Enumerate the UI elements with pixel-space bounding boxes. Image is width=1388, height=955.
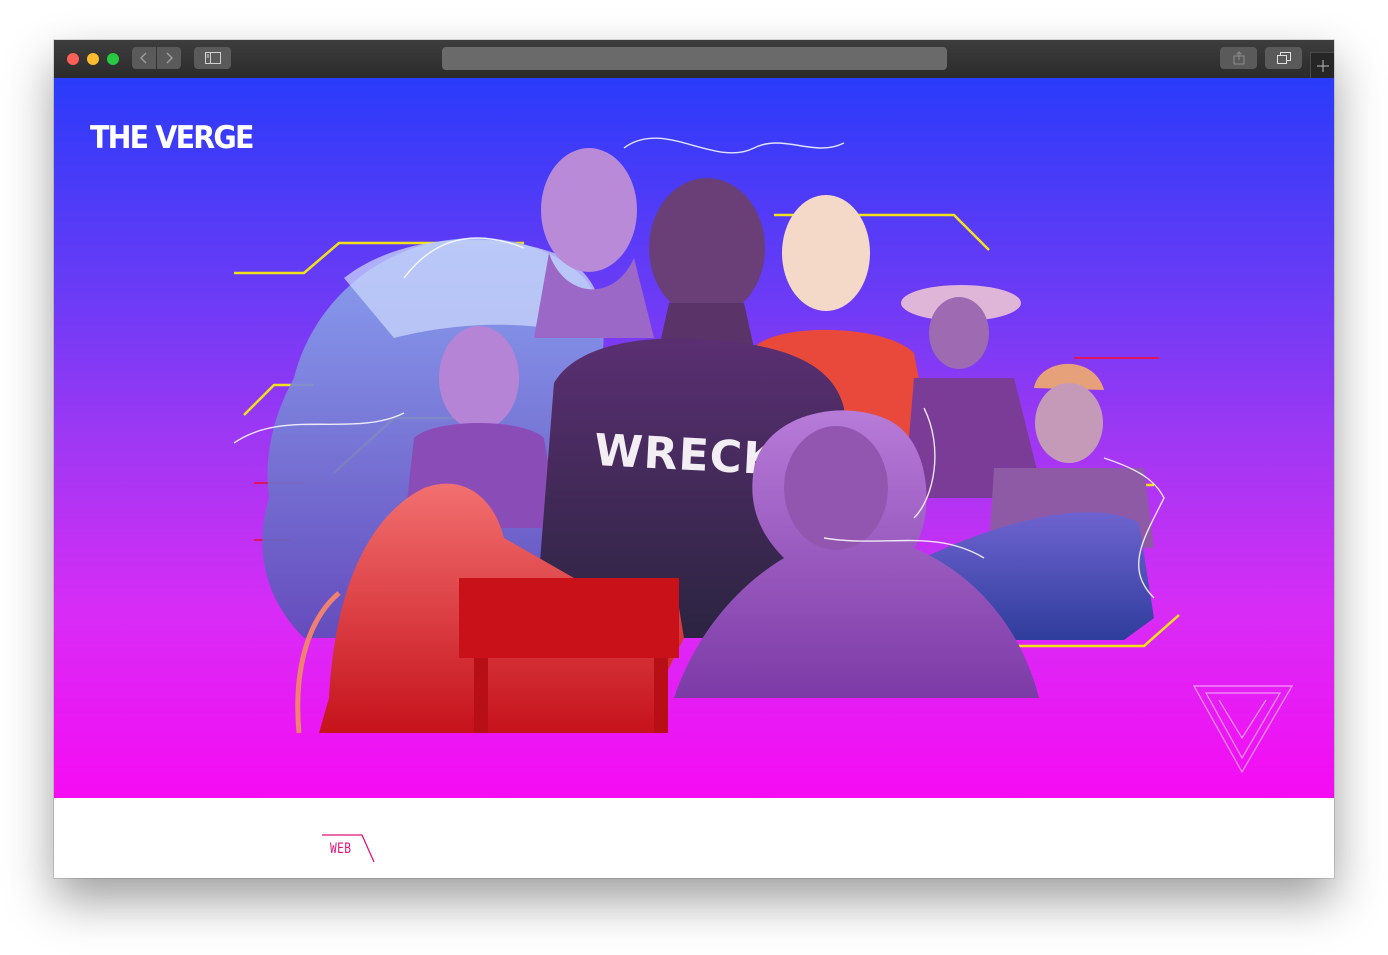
figure-left-woman xyxy=(439,326,519,430)
sidebar-toggle-button[interactable] xyxy=(194,47,231,69)
verge-triangle-icon xyxy=(1192,685,1294,774)
share-icon xyxy=(1233,51,1244,65)
hero-collage-image: WRECKE xyxy=(233,137,1294,774)
address-bar[interactable] xyxy=(442,47,947,70)
tab-overview-button[interactable] xyxy=(1265,47,1302,69)
figure-top-woman xyxy=(541,148,637,272)
the-verge-logo[interactable]: THE VERGE xyxy=(90,118,254,158)
article-header: WEB xyxy=(54,798,1334,878)
section-tag[interactable]: WEB xyxy=(322,834,380,864)
minimize-window-button[interactable] xyxy=(87,53,99,65)
back-button[interactable] xyxy=(132,47,156,69)
figure-blond-woman xyxy=(782,195,870,311)
close-window-button[interactable] xyxy=(67,53,79,65)
chevron-right-icon xyxy=(166,52,174,64)
chevron-left-icon xyxy=(139,52,147,64)
section-label: WEB xyxy=(330,841,352,857)
tabs-overview-icon xyxy=(1276,52,1291,64)
browser-window: WRECKE THE VERGE WEB xyxy=(54,40,1334,878)
zoom-window-button[interactable] xyxy=(107,53,119,65)
forward-button[interactable] xyxy=(157,47,181,69)
sidebar-icon xyxy=(204,52,221,64)
new-tab-button[interactable] xyxy=(1310,52,1334,79)
hero-banner: WRECKE THE VERGE xyxy=(54,78,1334,798)
share-button[interactable] xyxy=(1220,47,1257,69)
browser-titlebar xyxy=(54,40,1334,79)
plus-icon xyxy=(1317,60,1329,72)
figure-main-woman xyxy=(649,178,765,318)
